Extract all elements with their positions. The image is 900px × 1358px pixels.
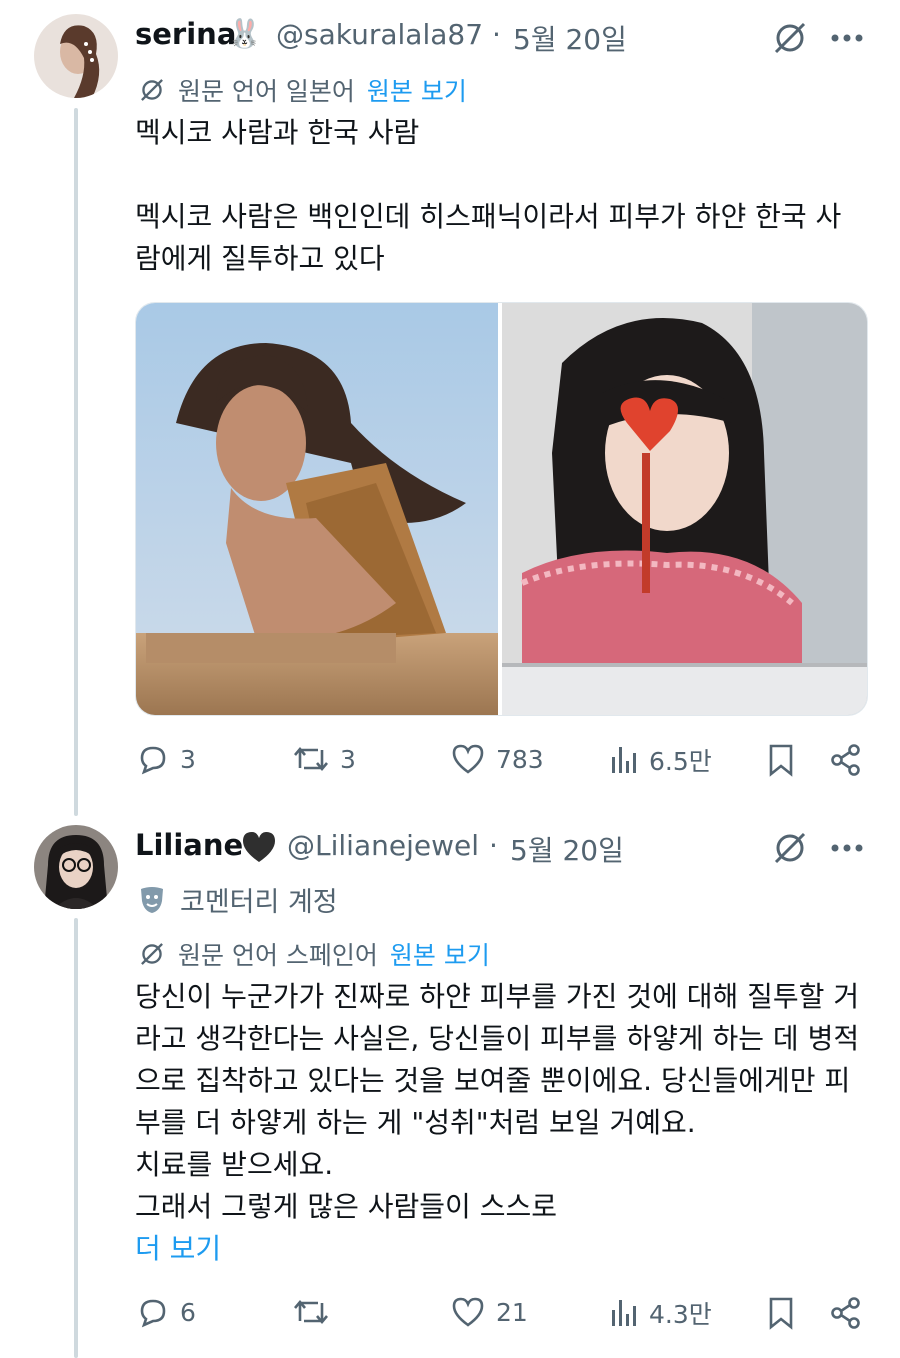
- tweet-text: 당신이 누군가가 진짜로 하얀 피부를 가진 것에 대해 질투할 거 라고 생각…: [135, 976, 859, 1270]
- text-line: [135, 154, 841, 196]
- like-icon: [452, 1297, 484, 1327]
- translation-bar: 원문 언어 일본어 원본 보기: [138, 72, 467, 108]
- reply-button[interactable]: 6: [136, 1295, 196, 1329]
- repost-icon: [294, 746, 328, 772]
- text-line: 그래서 그렇게 많은 사람들이 스스로: [135, 1190, 558, 1223]
- repost-icon: [294, 1299, 328, 1325]
- account-label-text: 코멘터리 계정: [180, 887, 338, 918]
- like-count: 21: [496, 1297, 528, 1327]
- handle[interactable]: @sakuralala87: [276, 18, 483, 51]
- account-label: 코멘터리 계정: [138, 880, 338, 919]
- share-icon[interactable]: [829, 743, 863, 781]
- views-count: 6.5만: [649, 747, 712, 776]
- text-line: 멕시코 사람은 백인인데 히스패닉이라서 피부가 하얀 한국 사: [135, 200, 842, 233]
- avatar-serina[interactable]: [34, 14, 118, 98]
- repost-button[interactable]: 3: [292, 742, 356, 776]
- handle[interactable]: @Lilianejewel: [287, 829, 479, 862]
- post-date[interactable]: 5월 20일: [510, 829, 624, 869]
- reply-count: 3: [180, 744, 196, 774]
- heart-badge-icon: [243, 832, 275, 862]
- views-icon: [612, 1300, 636, 1326]
- text-line: 당신이 누군가가 진짜로 하얀 피부를 가진 것에 대해 질투할 거: [135, 980, 860, 1013]
- share-icon[interactable]: [829, 1296, 863, 1334]
- separator: ·: [489, 829, 498, 862]
- grok-icon[interactable]: [772, 830, 808, 870]
- like-icon: [452, 744, 484, 774]
- bookmark-icon[interactable]: [766, 1296, 796, 1334]
- views-button[interactable]: 6.5만: [609, 742, 712, 778]
- tweet-text: 멕시코 사람과 한국 사람 멕시코 사람은 백인인데 히스패닉이라서 피부가 하…: [135, 112, 841, 280]
- post-date[interactable]: 5월 20일: [513, 18, 627, 58]
- like-button[interactable]: 21: [450, 1295, 528, 1329]
- media-image-woman-with-lollipop[interactable]: [502, 303, 867, 715]
- name-emoji: 🐰: [227, 17, 262, 50]
- translation-note: 원문 언어 일본어: [178, 77, 355, 106]
- repost-button[interactable]: [292, 1295, 340, 1329]
- reply-button[interactable]: 3: [136, 742, 196, 776]
- show-more-link[interactable]: 더 보기: [135, 1228, 859, 1270]
- view-original-link[interactable]: 원본 보기: [390, 936, 490, 972]
- translation-note: 원문 언어 스페인어: [178, 941, 378, 970]
- text-line: 으로 집착하고 있다는 것을 보여줄 뿐이에요. 당신들에게만 피: [135, 1064, 851, 1097]
- translation-bar: 원문 언어 스페인어 원본 보기: [138, 936, 490, 972]
- text-line: 치료를 받으세요.: [135, 1148, 334, 1181]
- view-original-link[interactable]: 원본 보기: [367, 72, 467, 108]
- display-name[interactable]: Liliane: [135, 828, 243, 862]
- text-line: 멕시코 사람과 한국 사람: [135, 116, 420, 149]
- repost-count: 3: [340, 744, 356, 774]
- mask-icon: [141, 886, 163, 913]
- more-icon[interactable]: [830, 30, 864, 49]
- media-image-woman-on-beach[interactable]: [136, 303, 498, 715]
- more-icon[interactable]: [830, 840, 864, 859]
- avatar-liliane[interactable]: [34, 825, 118, 909]
- separator: ·: [492, 18, 501, 51]
- reply-icon: [140, 1299, 166, 1328]
- like-button[interactable]: 783: [450, 742, 544, 776]
- thread-line: [74, 108, 78, 816]
- views-button[interactable]: 4.3만: [609, 1295, 712, 1331]
- reply-icon: [140, 746, 166, 775]
- views-icon: [612, 747, 636, 773]
- bookmark-icon[interactable]: [766, 743, 796, 781]
- translate-icon: [141, 943, 163, 965]
- text-line: 람에게 질투하고 있다: [135, 242, 385, 275]
- text-line: 라고 생각한다는 사실은, 당신들이 피부를 하얗게 하는 데 병적: [135, 1022, 860, 1055]
- media-grid: [135, 302, 868, 716]
- grok-icon[interactable]: [772, 20, 808, 60]
- thread-line: [74, 918, 78, 1358]
- reply-count: 6: [180, 1297, 196, 1327]
- text-line: 부를 더 하얗게 하는 게 "성취"처럼 보일 거예요.: [135, 1106, 696, 1139]
- like-count: 783: [496, 744, 544, 774]
- views-count: 4.3만: [649, 1300, 712, 1329]
- display-name[interactable]: serina: [135, 17, 236, 51]
- translate-icon: [141, 79, 163, 101]
